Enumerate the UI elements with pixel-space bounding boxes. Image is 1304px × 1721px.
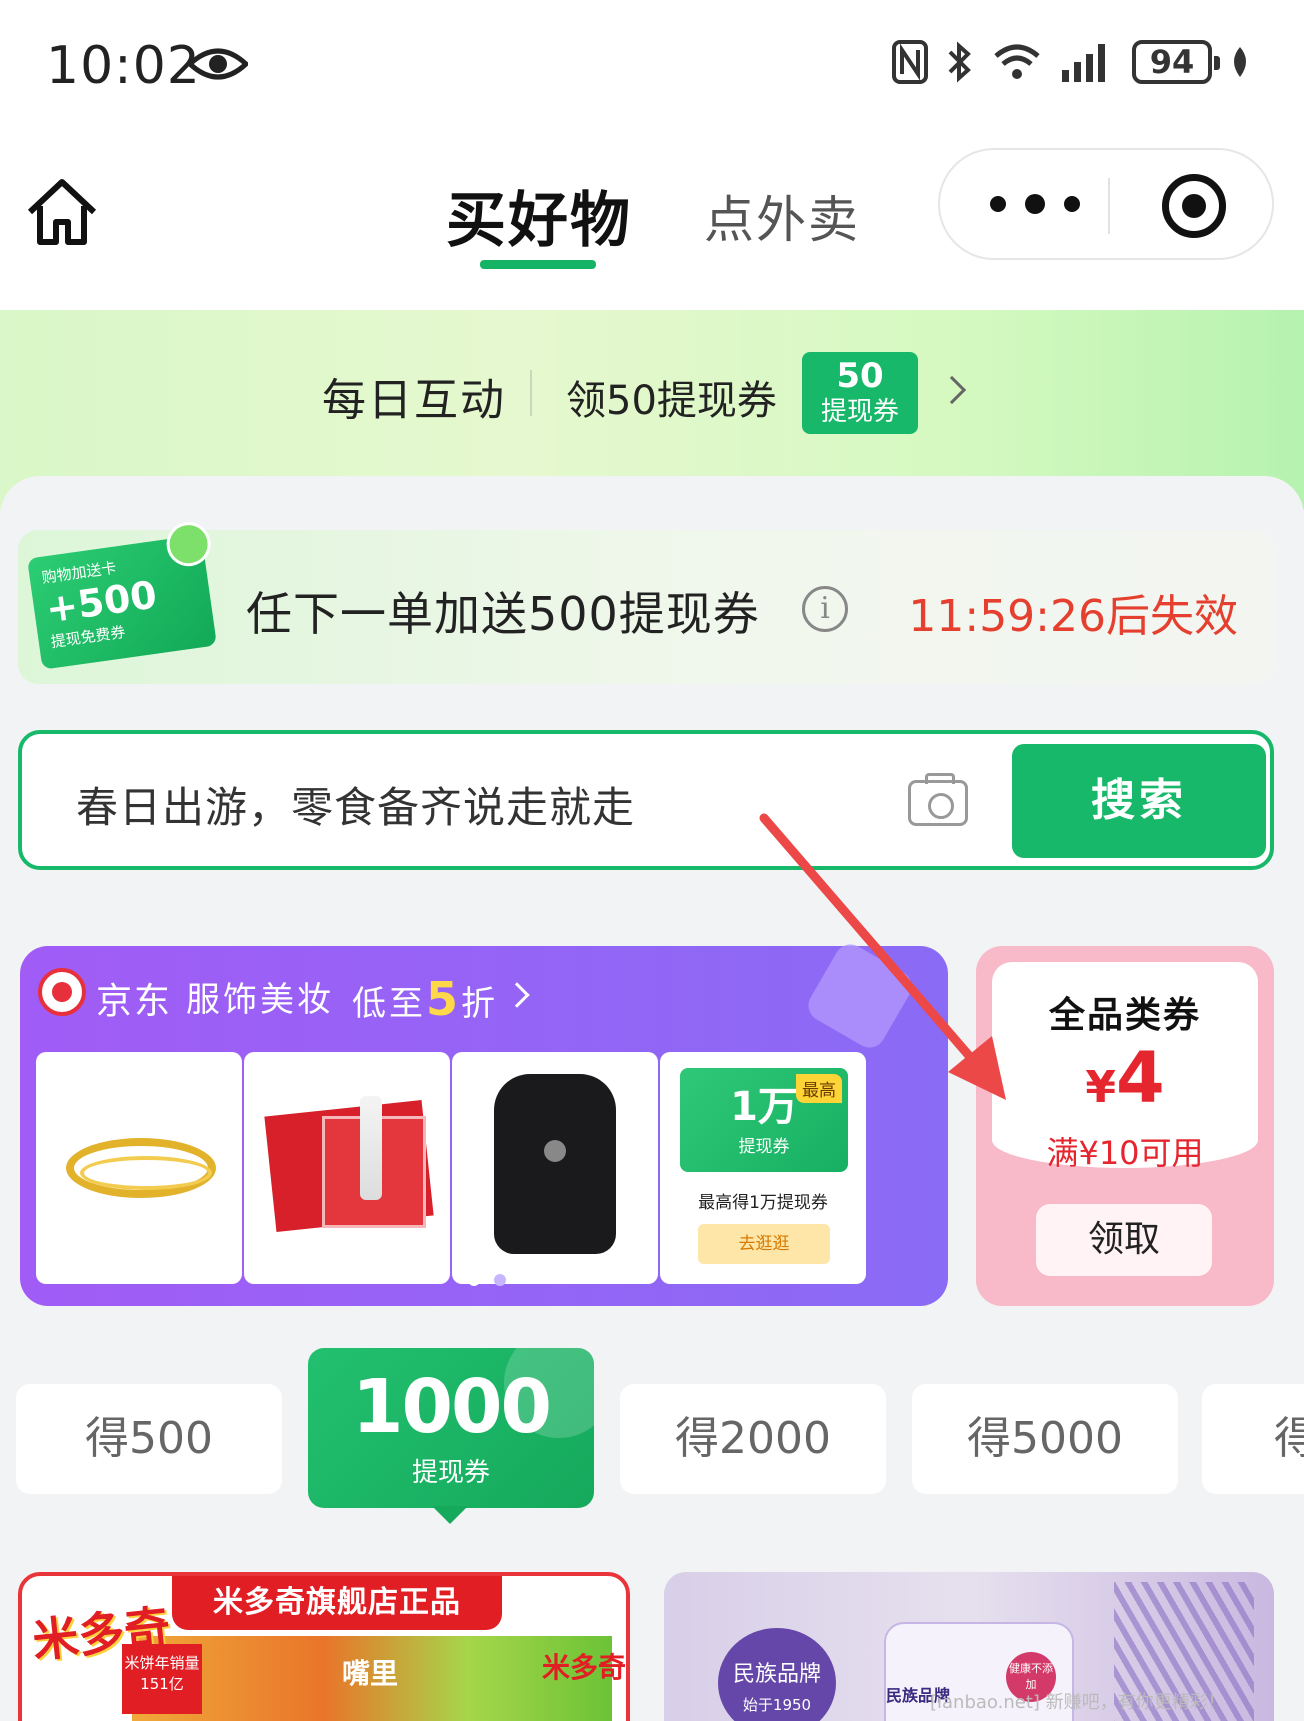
product-banner-title: 米多奇旗舰店正品 (172, 1576, 502, 1630)
active-tab-indicator (480, 260, 596, 269)
coupon-condition: 满¥10可用 (1046, 1134, 1204, 1172)
active-tab-pointer (432, 1506, 468, 1524)
jd-discount-label: 低至5折 (352, 972, 499, 1026)
jd-logo-icon (38, 968, 86, 1016)
jd-coupon-image: 1万 提现券 最高 (680, 1068, 848, 1172)
search-button[interactable]: 搜索 (1012, 744, 1266, 858)
jd-product-skincare[interactable] (244, 1052, 450, 1284)
search-input[interactable]: 春日出游，零食备齐说走就走 (76, 774, 635, 835)
bangle-image (66, 1138, 216, 1198)
jd-coupon-tag: 最高 (796, 1074, 842, 1103)
daily-reward-text: 领50提现券 (566, 378, 777, 424)
eye-icon (188, 48, 248, 80)
camera-icon[interactable] (908, 773, 968, 826)
close-target-icon[interactable] (1162, 174, 1226, 238)
search-bar: 春日出游，零食备齐说走就走 搜索 (18, 730, 1274, 870)
coupon-body: 全品类券 ¥4 满¥10可用 (992, 962, 1258, 1172)
reward-tab-2000[interactable]: 得2000 (620, 1384, 886, 1494)
jd-brand-label: 京东 (96, 981, 173, 1022)
jd-coupon-label: 提现券 (738, 1137, 790, 1157)
jd-coupon-desc: 最高得1万提现券 (698, 1193, 828, 1213)
chevron-right-icon (504, 982, 530, 1008)
claim-coupon-button[interactable]: 领取 (1036, 1204, 1212, 1276)
reward-tab-active-label: 提现券 (411, 1458, 490, 1488)
jd-product-bangle[interactable] (36, 1052, 242, 1284)
nfc-icon (892, 40, 928, 84)
bonus-promo-bar[interactable]: 购物加送卡 +500 提现免费券 任下一单加送500提现券 i 11:59:26… (18, 519, 1274, 684)
capsule-divider (1108, 178, 1110, 234)
status-bar: 10:02 94 (0, 0, 1304, 130)
mini-program-capsule (938, 148, 1274, 260)
decorative-hexagon (802, 938, 918, 1054)
watermark: [ianbao.net] 新赚吧，有你更精彩！ (930, 1692, 1226, 1713)
product-slogan: 嘴里 (342, 1657, 399, 1690)
top-nav-bar: 买好物 点外卖 (0, 130, 1304, 310)
leaf-icon (1234, 47, 1246, 77)
all-category-coupon: 全品类券 ¥4 满¥10可用 领取 (976, 946, 1274, 1306)
jd-browse-button[interactable]: 去逛逛 (698, 1224, 830, 1264)
promo-text: 任下一单加送500提现券 (246, 587, 760, 641)
reward-tab-5000[interactable]: 得5000 (912, 1384, 1178, 1494)
carousel-dot (468, 1274, 480, 1286)
backpack-image (494, 1074, 616, 1254)
daily-divider (530, 370, 532, 416)
carousel-dot (494, 1274, 506, 1286)
sales-tag: 米饼年销量151亿 (122, 1644, 202, 1714)
wifi-icon (994, 44, 1040, 79)
promo-countdown: 11:59:26后失效 (908, 591, 1238, 642)
daily-title: 每日互动 (322, 375, 506, 426)
jd-product-backpack[interactable] (452, 1052, 658, 1284)
reward-tab-500[interactable]: 得500 (16, 1384, 282, 1494)
status-time: 10:02 (46, 36, 201, 96)
jd-category-label: 服饰美妆 (186, 980, 334, 1020)
product-brand: 米多奇 (542, 1651, 627, 1684)
reward-badge-label: 提现券 (820, 397, 899, 427)
reward-tab-1000-active[interactable]: 1000 提现券 (308, 1348, 594, 1508)
bonus-card-image: 购物加送卡 +500 提现免费券 (27, 519, 217, 670)
more-icon[interactable] (990, 184, 1080, 224)
signal-icon (1062, 44, 1105, 82)
home-icon[interactable] (24, 174, 100, 250)
info-icon[interactable]: i (802, 586, 848, 632)
tab-buy-goods[interactable]: 买好物 (446, 172, 632, 259)
bluetooth-icon (948, 41, 971, 83)
product-card-midoqi[interactable]: 米多奇旗舰店正品 米多奇 米饼年销量151亿 嘴里 米多奇 (18, 1572, 630, 1721)
chevron-right-icon (937, 375, 967, 405)
reward-badge: 50 提现券 (802, 352, 918, 434)
reward-badge-number: 50 (836, 356, 884, 396)
tab-order-food[interactable]: 点外卖 (704, 180, 860, 252)
national-brand-badge: 民族品牌 始于1950 (718, 1628, 836, 1721)
battery-indicator: 94 (1132, 40, 1220, 84)
reward-tab-more[interactable]: 得 (1202, 1384, 1304, 1494)
jd-coupon-card[interactable]: 1万 提现券 最高 最高得1万提现券 去逛逛 (660, 1052, 866, 1284)
coupon-amount: ¥4 (1085, 1037, 1165, 1119)
coupon-title: 全品类券 (1048, 995, 1201, 1036)
jd-promo-banner[interactable]: 京东 服饰美妆 低至5折 1万 提现券 最高 最高得1万提现券 去逛逛 (20, 938, 948, 1306)
status-icons: 94 (892, 40, 1250, 84)
